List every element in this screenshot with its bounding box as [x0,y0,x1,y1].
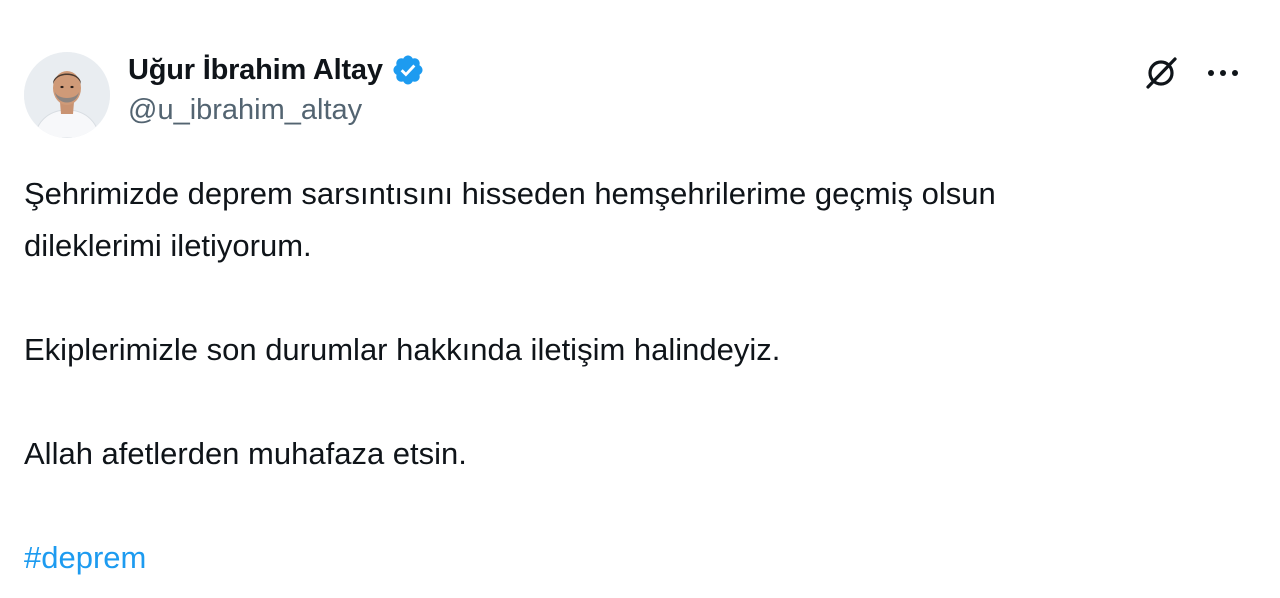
tweet-text: Şehrimizde deprem sarsıntısını hisseden … [24,168,1244,584]
name-row: Uğur İbrahim Altay [128,48,425,92]
avatar-image [24,52,110,138]
author-handle[interactable]: @u_ibrahim_altay [128,94,425,127]
tweet-line-2: dileklerimi iletiyorum. [24,228,312,263]
top-actions [1140,52,1244,94]
author-block: Uğur İbrahim Altay @u_ibrahim_altay [128,48,425,127]
tweet-line-1: Şehrimizde deprem sarsıntısını hisseden … [24,176,996,211]
tweet-card: Uğur İbrahim Altay @u_ibrahim_altay Şehr… [0,0,1280,598]
avatar[interactable] [24,52,110,138]
verified-badge-icon [391,53,425,87]
more-options-icon[interactable] [1202,52,1244,94]
tweet-paragraph-3: Allah afetlerden muhafaza etsin. [24,436,467,471]
hashtag-link[interactable]: #deprem [24,540,146,575]
display-name[interactable]: Uğur İbrahim Altay [128,54,383,87]
grok-icon[interactable] [1140,52,1182,94]
tweet-paragraph-2: Ekiplerimizle son durumlar hakkında ilet… [24,332,781,367]
